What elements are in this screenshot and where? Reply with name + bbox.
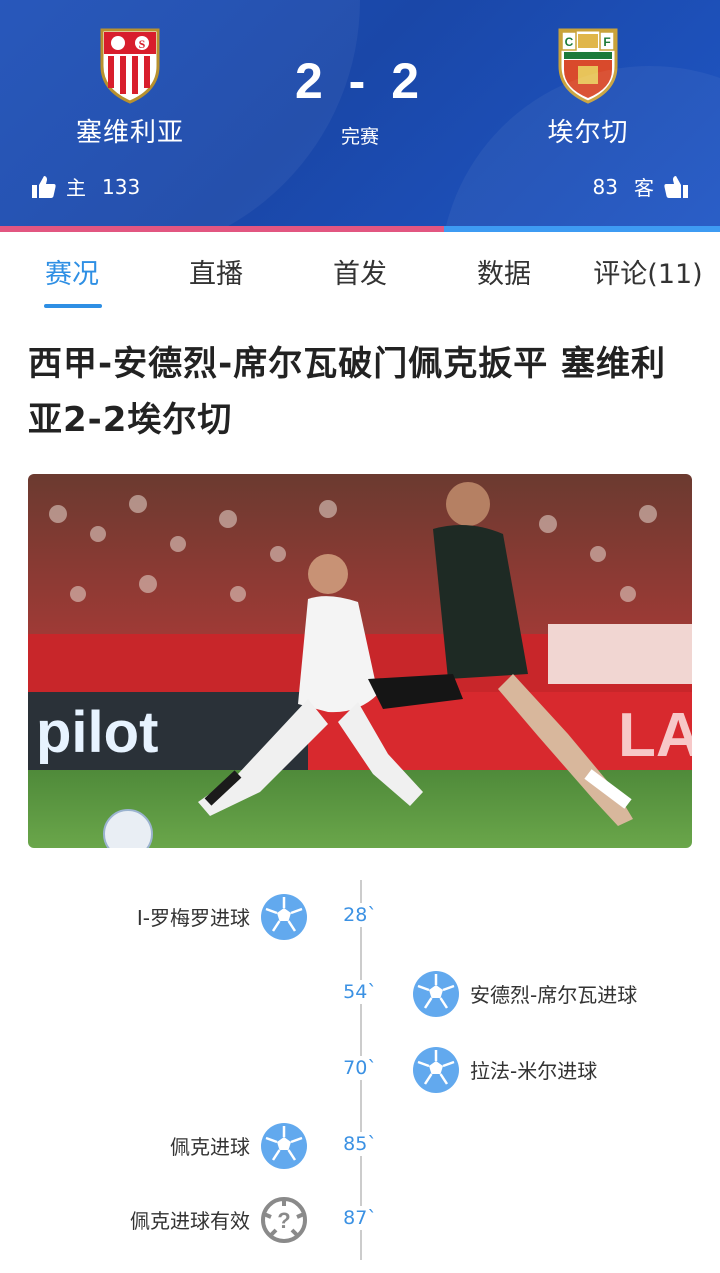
timeline-event[interactable]: 70` 拉法-米尔进球 xyxy=(0,1046,720,1096)
event-minute: 85` xyxy=(330,1132,390,1156)
away-team[interactable]: C F 埃尔切 xyxy=(488,26,688,149)
match-score: 2 - 2 xyxy=(294,53,426,109)
timeline-event[interactable]: 佩克进球有效 ? 87` xyxy=(0,1196,720,1246)
active-tab-indicator xyxy=(44,304,102,308)
tab-lineup[interactable]: 首发 xyxy=(288,252,432,291)
home-team-name: 塞维利亚 xyxy=(75,118,184,148)
match-header: S 塞维利亚 2 - 2 完赛 C F 埃尔切 主 133 83 客 xyxy=(0,0,720,226)
event-text: 佩克进球 xyxy=(170,1135,250,1159)
away-like-button[interactable]: 83 客 xyxy=(585,172,690,201)
away-like-label: 客 xyxy=(634,176,654,200)
timeline-event[interactable]: 54` 安德烈-席尔瓦进球 xyxy=(0,970,720,1020)
svg-text:?: ? xyxy=(277,1208,290,1233)
tab-bar: 赛况 直播 首发 数据 评论(11) xyxy=(0,232,720,310)
article-headline[interactable]: 西甲-安德烈-席尔瓦破门佩克扳平 塞维利亚2-2埃尔切 xyxy=(28,336,698,448)
timeline-event[interactable]: I-罗梅罗进球 28` xyxy=(0,893,720,943)
event-text: 安德烈-席尔瓦进球 xyxy=(470,983,638,1007)
home-like-button[interactable]: 主 133 xyxy=(30,172,148,201)
event-text: 佩克进球有效 xyxy=(130,1209,250,1233)
timeline-event[interactable]: 佩克进球 85` xyxy=(0,1122,720,1172)
home-team[interactable]: S 塞维利亚 xyxy=(30,26,230,149)
tab-match-summary[interactable]: 赛况 xyxy=(0,252,144,291)
home-like-count: 133 xyxy=(102,174,141,199)
event-minute: 28` xyxy=(330,903,390,927)
sevilla-crest-icon: S xyxy=(100,28,160,104)
football-icon xyxy=(413,971,459,1017)
ad-board-text-right: LA xyxy=(618,701,692,770)
event-text: 拉法-米尔进球 xyxy=(470,1059,598,1083)
football-icon xyxy=(413,1047,459,1093)
tab-stats[interactable]: 数据 xyxy=(432,252,576,291)
match-photo[interactable]: pilot LA xyxy=(28,474,692,848)
thumbs-up-icon xyxy=(32,175,56,198)
football-icon xyxy=(261,1123,307,1169)
home-like-label: 主 xyxy=(66,176,86,200)
elche-crest-icon: C F xyxy=(558,28,618,104)
event-minute: 54` xyxy=(330,980,390,1004)
football-icon xyxy=(261,894,307,940)
var-review-icon: ? xyxy=(261,1197,307,1243)
away-like-count: 83 xyxy=(592,174,618,199)
match-photo-image: pilot LA xyxy=(28,474,692,848)
svg-text:C: C xyxy=(565,35,574,49)
event-text: I-罗梅罗进球 xyxy=(136,906,250,930)
ad-board-text-left: pilot xyxy=(36,700,158,765)
away-team-name: 埃尔切 xyxy=(547,118,629,148)
svg-text:S: S xyxy=(139,37,146,51)
event-minute: 87` xyxy=(330,1206,390,1230)
thumbs-up-icon xyxy=(664,175,688,198)
tab-comments[interactable]: 评论(11) xyxy=(576,252,720,291)
svg-text:F: F xyxy=(603,35,610,49)
tab-live[interactable]: 直播 xyxy=(144,252,288,291)
event-minute: 70` xyxy=(330,1056,390,1080)
match-status: 完赛 xyxy=(340,126,379,148)
